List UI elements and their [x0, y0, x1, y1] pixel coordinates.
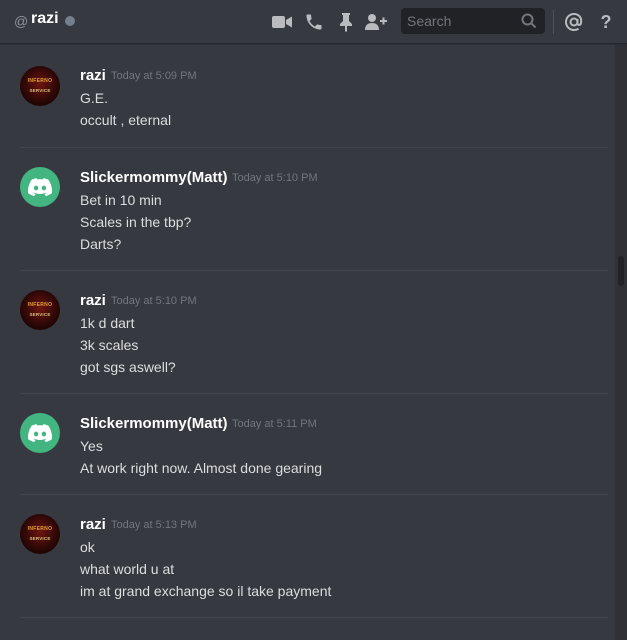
message-line: Darts?: [80, 236, 122, 252]
help-icon[interactable]: ?: [594, 10, 618, 34]
message-divider: [20, 393, 608, 394]
message-line: Yes: [80, 438, 103, 454]
message-author[interactable]: razi: [80, 516, 106, 533]
message-line: G.E.: [80, 90, 109, 106]
message-divider: [20, 270, 608, 271]
message-author[interactable]: razi: [80, 292, 106, 309]
discord-logo-icon: [28, 424, 52, 442]
voice-call-icon[interactable]: [302, 10, 326, 34]
message-timestamp: Today at 5:10 PM: [232, 172, 318, 184]
message-divider: [20, 494, 608, 495]
message-line: got sgs aswell?: [80, 359, 176, 375]
message-timestamp: Today at 5:13 PM: [111, 519, 197, 531]
scrollbar-track[interactable]: [615, 45, 627, 640]
message-divider: [20, 147, 608, 148]
avatar-logo-top: INFERNO: [27, 302, 53, 308]
channel-header: @ razi ?: [0, 0, 627, 44]
message-timestamp: Today at 5:11 PM: [232, 418, 317, 430]
message-timestamp: Today at 5:10 PM: [111, 295, 197, 307]
message-timestamp: Today at 5:09 PM: [111, 70, 197, 82]
add-friend-icon[interactable]: [364, 10, 388, 34]
message-line: 1k d dart: [80, 315, 135, 331]
avatar-logo-bottom: SERVICE: [29, 536, 51, 541]
status-indicator: [65, 16, 75, 26]
message-author[interactable]: Slickermommy(Matt): [80, 415, 228, 432]
scrollbar-thumb[interactable]: [618, 256, 624, 286]
avatar-logo-top: INFERNO: [27, 78, 53, 84]
avatar-logo-top: INFERNO: [27, 526, 53, 532]
avatar[interactable]: INFERNO SERVICE: [20, 66, 60, 106]
header-divider: [553, 10, 554, 34]
pin-icon[interactable]: [334, 10, 358, 34]
message-line: im at grand exchange so il take payment: [80, 583, 332, 599]
discord-logo-icon: [28, 178, 52, 196]
message-line: Bet in 10 min: [80, 192, 162, 208]
message-author[interactable]: Slickermommy(Matt): [80, 169, 228, 186]
avatar[interactable]: INFERNO SERVICE: [20, 290, 60, 330]
avatar-logo-bottom: SERVICE: [29, 88, 51, 93]
avatar[interactable]: [20, 167, 60, 207]
message-line: Scales in the tbp?: [80, 214, 192, 230]
search-box[interactable]: [401, 8, 545, 34]
message-line: 3k scales: [80, 337, 139, 353]
message-line: ok: [80, 539, 95, 555]
mentions-icon[interactable]: [562, 10, 586, 34]
avatar[interactable]: INFERNO SERVICE: [20, 514, 60, 554]
avatar[interactable]: [20, 413, 60, 453]
search-input[interactable]: [401, 8, 519, 34]
message-line: occult , eternal: [80, 112, 172, 128]
message-line: At work right now. Almost done gearing: [80, 460, 323, 476]
message-divider: [20, 617, 608, 618]
message-list: INFERNO SERVICE razi Today at 5:09 PM G.…: [0, 45, 615, 640]
message-author[interactable]: razi: [80, 67, 106, 84]
dm-at-icon: @: [14, 13, 29, 29]
message-line: what world u at: [80, 561, 175, 577]
video-call-icon[interactable]: [270, 10, 294, 34]
avatar-logo-bottom: SERVICE: [29, 312, 51, 317]
search-icon[interactable]: [521, 13, 537, 34]
channel-name[interactable]: razi: [31, 10, 59, 28]
